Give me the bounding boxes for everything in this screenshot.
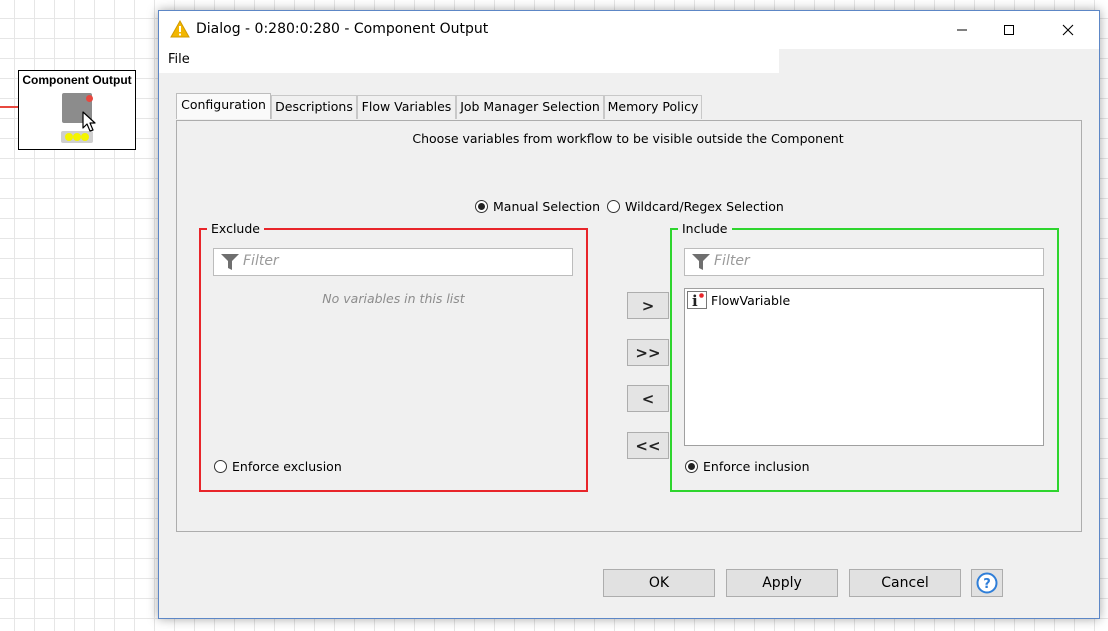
maximize-icon: [1004, 25, 1014, 35]
status-light-2: [73, 133, 81, 141]
enforce-exclusion-label: Enforce exclusion: [232, 459, 342, 474]
node-title: Component Output: [22, 73, 132, 87]
tab-flow-variables[interactable]: Flow Variables: [357, 95, 456, 119]
minimize-icon: [957, 29, 967, 31]
mouse-cursor-icon: [82, 111, 96, 132]
help-icon: ?: [976, 572, 998, 594]
wildcard-selection-label: Wildcard/Regex Selection: [625, 199, 784, 214]
add-all-button[interactable]: >>: [627, 339, 669, 366]
radio-indicator[interactable]: [214, 460, 227, 473]
remove-button[interactable]: <: [627, 385, 669, 412]
include-filter-placeholder: Filter: [714, 253, 750, 269]
radio-indicator[interactable]: [685, 460, 698, 473]
include-group: Include Filter i FlowVariable Enforce in…: [670, 221, 1059, 492]
exclude-empty-message: No variables in this list: [322, 291, 465, 306]
enforce-exclusion-radio[interactable]: Enforce exclusion: [214, 459, 342, 474]
radio-indicator[interactable]: [475, 200, 488, 213]
manual-selection-label: Manual Selection: [493, 199, 601, 214]
flow-variable-icon: i: [687, 291, 707, 309]
title-bar[interactable]: Dialog - 0:280:0:280 - Component Output: [159, 11, 1099, 49]
svg-text:?: ?: [983, 577, 991, 592]
exclude-legend: Exclude: [207, 221, 264, 236]
tab-job-manager-selection[interactable]: Job Manager Selection: [456, 95, 604, 119]
wildcard-selection-radio[interactable]: Wildcard/Regex Selection: [607, 199, 784, 214]
apply-button[interactable]: Apply: [726, 569, 838, 597]
minimize-button[interactable]: [939, 11, 985, 49]
dialog-title: Dialog - 0:280:0:280 - Component Output: [196, 21, 489, 37]
maximize-button[interactable]: [986, 11, 1032, 49]
manual-selection-radio[interactable]: Manual Selection: [475, 199, 600, 214]
tab-configuration[interactable]: Configuration: [176, 93, 271, 119]
remove-all-button[interactable]: <<: [627, 432, 669, 459]
exclude-group: Exclude Filter No variables in this list…: [199, 221, 588, 492]
tab-descriptions[interactable]: Descriptions: [271, 95, 357, 119]
node-output-port[interactable]: [86, 95, 93, 102]
ok-button[interactable]: OK: [603, 569, 715, 597]
menu-file[interactable]: File: [168, 52, 190, 67]
menu-bar: File: [159, 49, 779, 73]
warning-icon: [170, 20, 190, 38]
filter-icon: [221, 254, 239, 270]
component-output-dialog: Dialog - 0:280:0:280 - Component Output …: [158, 10, 1100, 619]
filter-icon: [692, 254, 710, 270]
help-button[interactable]: ?: [971, 569, 1003, 597]
radio-indicator[interactable]: [607, 200, 620, 213]
status-light-3: [81, 133, 89, 141]
list-item[interactable]: i FlowVariable: [687, 291, 790, 309]
add-button[interactable]: >: [627, 292, 669, 319]
list-item-label: FlowVariable: [711, 292, 791, 308]
close-button[interactable]: [1045, 11, 1091, 49]
include-list[interactable]: i FlowVariable: [684, 288, 1044, 446]
component-output-node[interactable]: Component Output: [18, 70, 136, 150]
include-filter-input[interactable]: Filter: [684, 248, 1044, 276]
exclude-filter-placeholder: Filter: [243, 253, 279, 269]
svg-text:i: i: [692, 292, 698, 309]
enforce-inclusion-radio[interactable]: Enforce inclusion: [685, 459, 810, 474]
cancel-button[interactable]: Cancel: [849, 569, 961, 597]
info-text: Choose variables from workflow to be vis…: [412, 131, 844, 146]
enforce-inclusion-label: Enforce inclusion: [703, 459, 810, 474]
configuration-panel: Choose variables from workflow to be vis…: [176, 120, 1082, 532]
exclude-filter-input[interactable]: Filter: [213, 248, 573, 276]
include-legend: Include: [678, 221, 732, 236]
status-light-1: [65, 133, 73, 141]
tab-memory-policy[interactable]: Memory Policy: [604, 95, 702, 119]
close-icon: [1062, 24, 1074, 36]
